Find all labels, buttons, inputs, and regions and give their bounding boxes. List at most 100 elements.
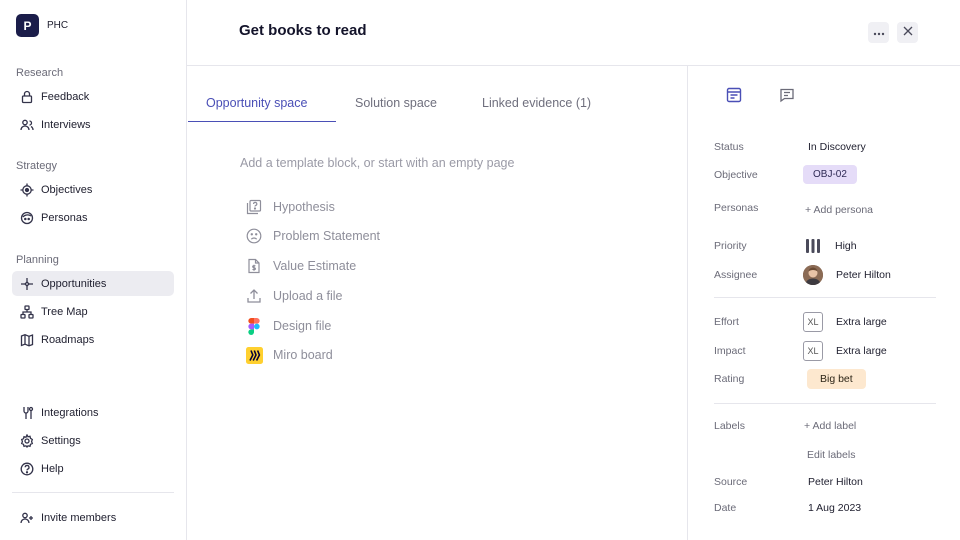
rating-label: Rating bbox=[714, 373, 745, 385]
tab-solution-space[interactable]: Solution space bbox=[355, 84, 437, 122]
template-block-label: Upload a file bbox=[273, 289, 343, 303]
comment-icon bbox=[779, 87, 795, 106]
target-icon bbox=[20, 183, 34, 197]
impact-value[interactable]: XL Extra large bbox=[803, 341, 887, 361]
sidebar-item-personas[interactable]: Personas bbox=[12, 205, 174, 230]
sparkle-icon bbox=[20, 277, 34, 291]
status-label: Status bbox=[714, 141, 744, 153]
integrations-icon bbox=[20, 406, 34, 420]
sidebar-item-label: Integrations bbox=[41, 406, 99, 419]
assignee-label: Assignee bbox=[714, 269, 758, 281]
labels-label: Labels bbox=[714, 420, 745, 432]
add-label-button[interactable]: + Add label bbox=[804, 420, 856, 432]
template-block-design-file[interactable]: Design file bbox=[245, 316, 331, 336]
details-layout-icon bbox=[726, 87, 742, 106]
avatar bbox=[803, 265, 823, 285]
sidebar-item-tree-map[interactable]: Tree Map bbox=[12, 299, 174, 324]
sidebar-item-label: Invite members bbox=[41, 511, 117, 524]
panel-divider bbox=[714, 297, 936, 298]
sidebar-item-label: Feedback bbox=[41, 90, 90, 103]
sidebar-item-interviews[interactable]: Interviews bbox=[12, 112, 174, 137]
tab-comments[interactable] bbox=[777, 86, 797, 106]
section-title-planning: Planning bbox=[16, 254, 59, 266]
add-user-icon bbox=[20, 511, 34, 525]
template-block-problem-statement[interactable]: Problem Statement bbox=[245, 226, 380, 246]
effort-label: Effort bbox=[714, 316, 739, 328]
priority-text: High bbox=[835, 240, 857, 252]
sidebar-item-label: Personas bbox=[41, 211, 88, 224]
sidebar-item-label: Settings bbox=[41, 434, 81, 447]
more-options-button[interactable] bbox=[868, 22, 889, 43]
sidebar-item-label: Objectives bbox=[41, 183, 93, 196]
persona-face-icon bbox=[20, 211, 34, 225]
workspace-name: PHC bbox=[47, 20, 69, 31]
empty-page-hint[interactable]: Add a template block, or start with an e… bbox=[240, 156, 514, 170]
template-block-label: Hypothesis bbox=[273, 200, 335, 214]
close-button[interactable] bbox=[897, 22, 918, 43]
sidebar: P PHC Research Feedback Interviews Strat… bbox=[0, 0, 187, 540]
figma-icon bbox=[245, 317, 263, 335]
sidebar-item-objectives[interactable]: Objectives bbox=[12, 177, 174, 202]
sidebar-item-roadmaps[interactable]: Roadmaps bbox=[12, 327, 174, 352]
sidebar-divider bbox=[12, 492, 174, 493]
source-value[interactable]: Peter Hilton bbox=[808, 476, 863, 488]
tab-linked-evidence[interactable]: Linked evidence (1) bbox=[482, 84, 591, 122]
priority-label: Priority bbox=[714, 240, 747, 252]
objective-value[interactable]: OBJ-02 bbox=[803, 165, 857, 184]
tab-opportunity-space[interactable]: Opportunity space bbox=[188, 84, 336, 122]
priority-bars-icon bbox=[805, 238, 821, 254]
template-block-label: Value Estimate bbox=[273, 259, 357, 273]
close-icon bbox=[903, 26, 913, 39]
gear-icon bbox=[20, 433, 34, 448]
assignee-name: Peter Hilton bbox=[836, 269, 891, 281]
page-title: Get books to read bbox=[239, 22, 367, 39]
template-block-label: Design file bbox=[273, 319, 332, 333]
template-block-miro-board[interactable]: Miro board bbox=[245, 345, 333, 365]
objective-pill: OBJ-02 bbox=[803, 165, 857, 184]
tab-bar: Opportunity space Solution space Linked … bbox=[188, 84, 687, 122]
page-header: Get books to read bbox=[187, 0, 960, 66]
panel-divider bbox=[714, 403, 936, 404]
effort-value[interactable]: XL Extra large bbox=[803, 312, 887, 332]
sidebar-item-feedback[interactable]: Feedback bbox=[12, 84, 174, 109]
sidebar-item-opportunities[interactable]: Opportunities bbox=[12, 271, 174, 296]
date-label: Date bbox=[714, 502, 737, 514]
invite-members-button[interactable]: Invite members bbox=[12, 505, 174, 530]
main-content: Opportunity space Solution space Linked … bbox=[187, 66, 687, 540]
sidebar-item-integrations[interactable]: Integrations bbox=[12, 400, 174, 425]
template-block-label: Problem Statement bbox=[273, 229, 380, 243]
properties-panel: Status In Discovery Objective OBJ-02 Per… bbox=[687, 66, 960, 540]
help-icon bbox=[20, 462, 34, 476]
sidebar-item-label: Interviews bbox=[41, 118, 91, 131]
rating-value[interactable]: Big bet bbox=[807, 369, 866, 389]
impact-text: Extra large bbox=[836, 345, 887, 357]
impact-label: Impact bbox=[714, 345, 746, 357]
add-persona-button[interactable]: + Add persona bbox=[805, 204, 873, 216]
edit-labels-button[interactable]: Edit labels bbox=[807, 449, 855, 461]
lock-icon bbox=[20, 90, 34, 104]
status-value[interactable]: In Discovery bbox=[808, 141, 866, 153]
tab-details[interactable] bbox=[724, 86, 744, 106]
frown-face-icon bbox=[245, 227, 263, 245]
tree-map-icon bbox=[20, 304, 34, 319]
template-block-value-estimate[interactable]: Value Estimate bbox=[245, 256, 356, 276]
priority-value[interactable]: High bbox=[805, 238, 857, 254]
map-icon bbox=[20, 333, 34, 347]
template-block-upload-file[interactable]: Upload a file bbox=[245, 286, 343, 306]
workspace-switcher[interactable]: P PHC bbox=[16, 14, 68, 37]
sidebar-item-label: Roadmaps bbox=[41, 333, 95, 346]
users-icon bbox=[20, 118, 34, 132]
assignee-value[interactable]: Peter Hilton bbox=[803, 265, 891, 285]
rating-pill: Big bet bbox=[807, 369, 866, 389]
section-title-strategy: Strategy bbox=[16, 160, 57, 172]
sidebar-item-label: Tree Map bbox=[41, 305, 88, 318]
template-block-hypothesis[interactable]: Hypothesis bbox=[245, 197, 335, 217]
source-label: Source bbox=[714, 476, 748, 488]
sidebar-item-label: Help bbox=[41, 462, 64, 475]
dollar-document-icon bbox=[245, 257, 263, 275]
sidebar-item-label: Opportunities bbox=[41, 277, 107, 290]
date-value[interactable]: 1 Aug 2023 bbox=[808, 502, 861, 514]
sidebar-item-help[interactable]: Help bbox=[12, 456, 174, 481]
sidebar-item-settings[interactable]: Settings bbox=[12, 428, 174, 453]
workspace-logo: P bbox=[16, 14, 39, 37]
